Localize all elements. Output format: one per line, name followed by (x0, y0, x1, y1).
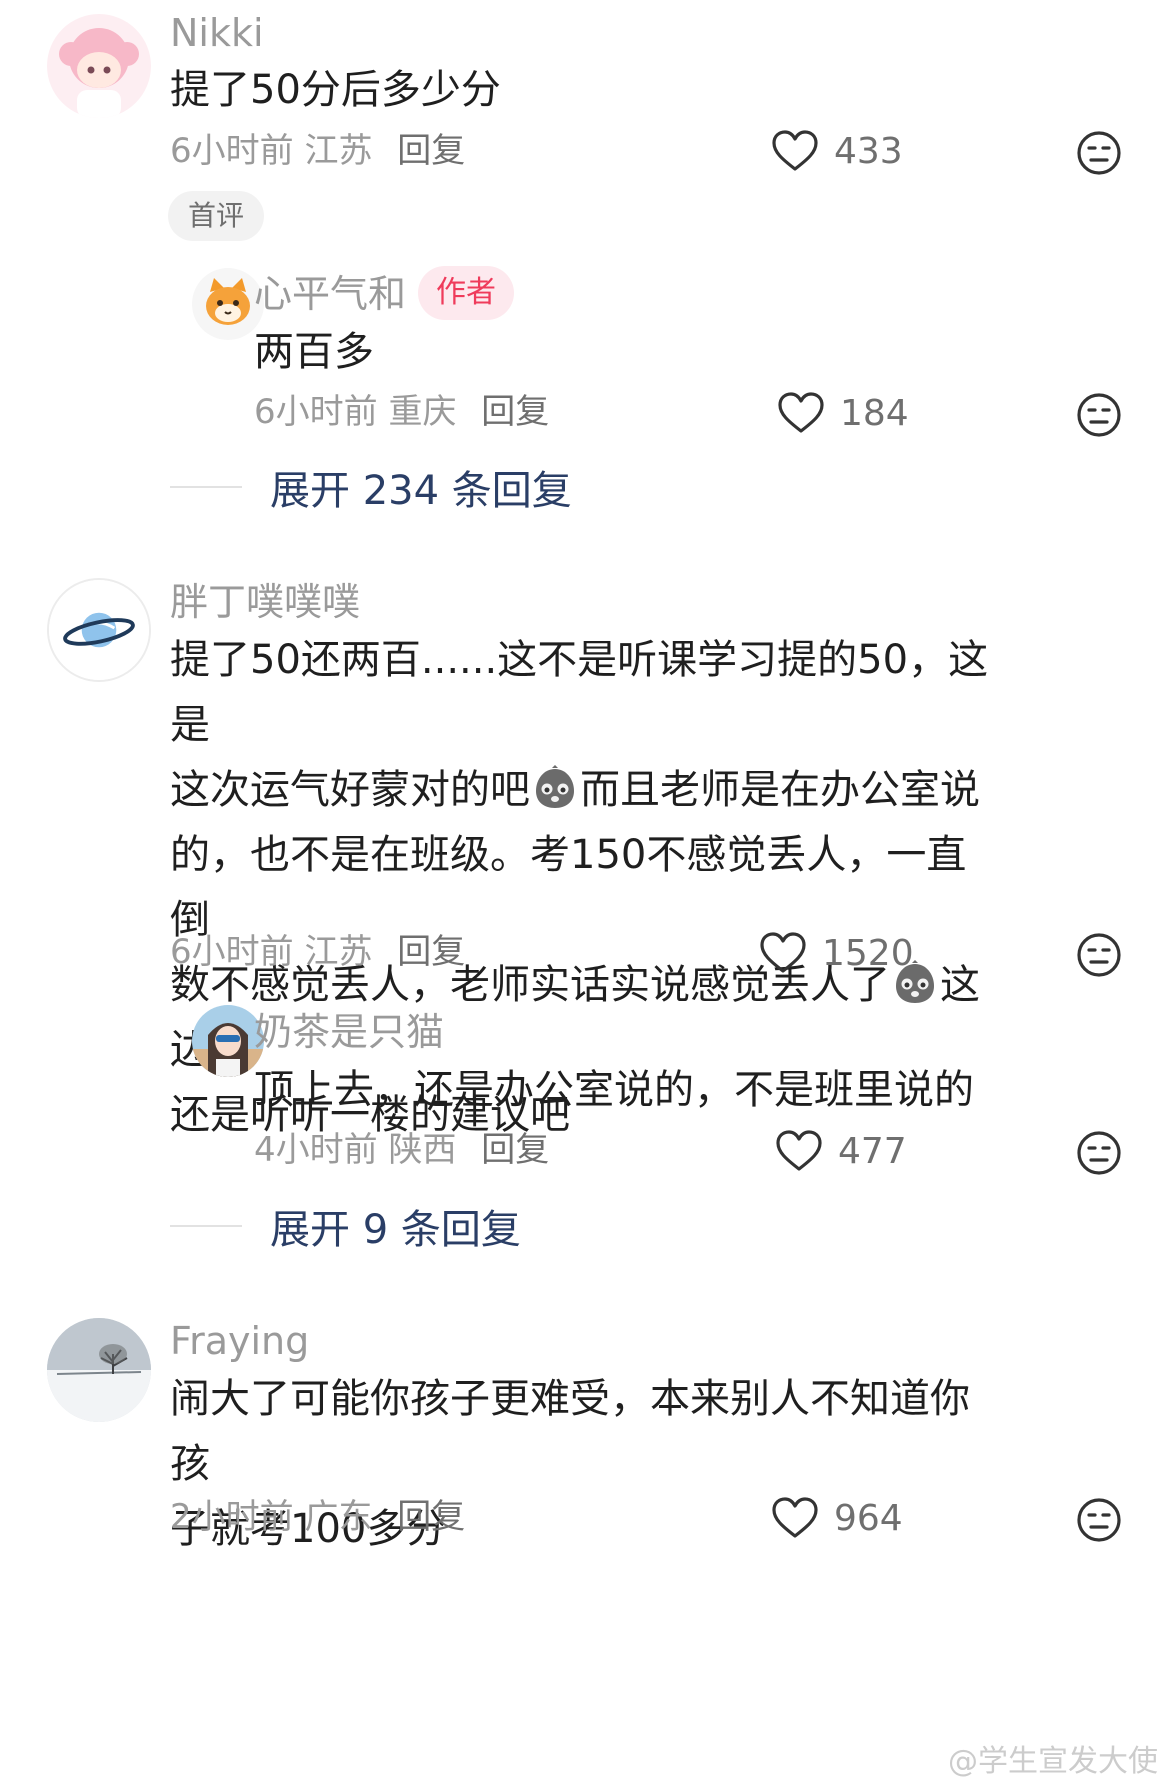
timestamp: 4小时前 (254, 1130, 378, 1170)
region: 江苏 (304, 932, 373, 972)
heart-outline-icon (778, 392, 824, 434)
username[interactable]: 胖丁噗噗噗 (170, 583, 360, 621)
dislike-button[interactable] (1076, 130, 1122, 176)
comment-text-line: 提了50还两百......这不是听课学习提的50，这是 (170, 637, 989, 748)
avatar[interactable] (47, 1318, 151, 1422)
region: 江苏 (304, 131, 373, 171)
username[interactable]: Nikki (170, 14, 264, 52)
timestamp: 6小时前 (170, 932, 294, 972)
like-button[interactable]: 1520 (760, 932, 914, 974)
text-segment: 而且老师是在办公室说 (580, 767, 980, 813)
timestamp: 6小时前 (254, 392, 378, 432)
avatar[interactable] (47, 578, 151, 682)
expand-replies-button[interactable]: 展开 9 条回复 (170, 1197, 521, 1255)
dislike-button[interactable] (1076, 932, 1122, 978)
like-count: 433 (834, 130, 903, 172)
expand-replies-button[interactable]: 展开 234 条回复 (170, 458, 572, 516)
region: 重庆 (388, 392, 457, 432)
like-count: 1520 (822, 932, 914, 974)
heart-outline-icon (772, 130, 818, 172)
first-comment-tag: 首评 (168, 191, 265, 241)
grumpy-emoji-icon (532, 765, 578, 811)
reply-button[interactable]: 回复 (481, 392, 549, 432)
heart-outline-icon (772, 1497, 818, 1539)
expand-replies-label: 展开 234 条回复 (270, 468, 572, 514)
heart-outline-icon (760, 932, 806, 974)
like-button[interactable]: 477 (776, 1130, 907, 1172)
like-count: 184 (840, 392, 909, 434)
comment-meta: 2小时前 广东 回复 (170, 1500, 465, 1534)
like-count: 964 (834, 1497, 903, 1539)
reply-text: 两百多 (254, 329, 374, 375)
reply-text: 顶上去，还是办公室说的，不是班里说的 (254, 1067, 974, 1113)
reply-button[interactable]: 回复 (481, 1130, 549, 1170)
like-count: 477 (838, 1130, 907, 1172)
comment-meta: 6小时前 江苏 回复 (170, 134, 465, 168)
reply-button[interactable]: 回复 (397, 1497, 465, 1537)
username[interactable]: 心平气和 (254, 275, 406, 313)
timestamp: 6小时前 (170, 131, 294, 171)
comment-meta: 6小时前 重庆 回复 (254, 395, 549, 429)
reply-button[interactable]: 回复 (397, 131, 465, 171)
dislike-button[interactable] (1076, 1130, 1122, 1176)
region: 广东 (304, 1497, 373, 1537)
reply-button[interactable]: 回复 (397, 932, 465, 972)
like-button[interactable]: 184 (778, 392, 909, 434)
text-segment: 这次运气好蒙对的吧 (170, 767, 530, 813)
username[interactable]: Fraying (170, 1322, 309, 1360)
watermark: @学生宣发大使 (948, 1744, 1158, 1779)
dislike-face-icon (1076, 130, 1122, 176)
dislike-face-icon (1076, 932, 1122, 978)
dislike-face-icon (1076, 1130, 1122, 1176)
dislike-button[interactable] (1076, 1497, 1122, 1543)
username[interactable]: 奶茶是只猫 (254, 1013, 444, 1051)
author-badge: 作者 (418, 266, 514, 320)
comment-meta: 4小时前 陕西 回复 (254, 1133, 549, 1167)
expand-replies-label: 展开 9 条回复 (270, 1207, 521, 1253)
comment-text-line: 这次运气好蒙对的吧 而且老师是在办公室说 (170, 758, 990, 823)
like-button[interactable]: 964 (772, 1497, 903, 1539)
dislike-face-icon (1076, 1497, 1122, 1543)
comment-meta: 6小时前 江苏 回复 (170, 935, 465, 969)
divider (170, 486, 242, 488)
region: 陕西 (388, 1130, 457, 1170)
timestamp: 2小时前 (170, 1497, 294, 1537)
avatar[interactable] (47, 14, 151, 118)
dislike-button[interactable] (1076, 392, 1122, 438)
comment-text-line: 闹大了可能你孩子更难受，本来别人不知道你孩 (170, 1376, 970, 1487)
heart-outline-icon (776, 1130, 822, 1172)
dislike-face-icon (1076, 392, 1122, 438)
comment-text: 提了50分后多少分 (170, 67, 501, 113)
divider (170, 1225, 242, 1227)
like-button[interactable]: 433 (772, 130, 903, 172)
